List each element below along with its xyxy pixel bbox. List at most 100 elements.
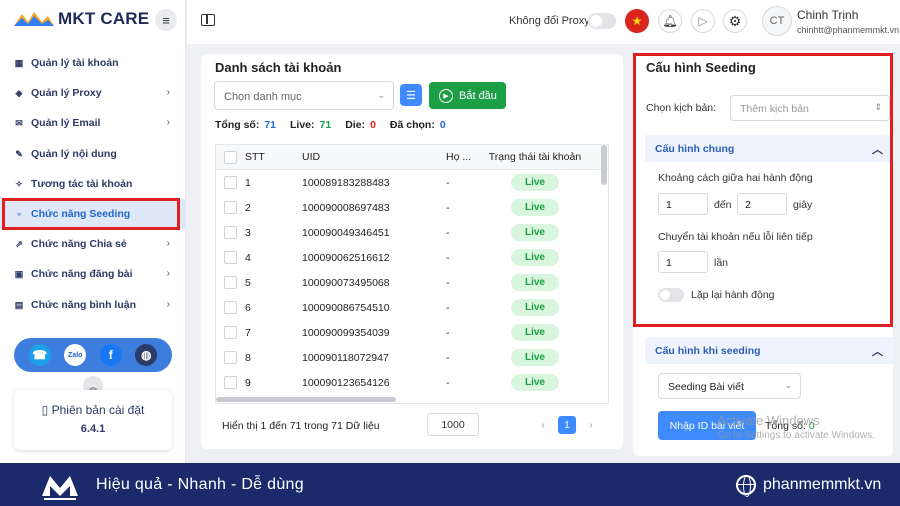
- table-row[interactable]: 4 100090062516612 - Live: [216, 245, 608, 270]
- column-header[interactable]: Trạng thái tài khoản: [481, 151, 589, 163]
- total-label: Tổng số:: [215, 119, 260, 131]
- row-checkbox[interactable]: [224, 301, 237, 314]
- cell-uid: 100089183288483: [302, 176, 390, 189]
- row-checkbox[interactable]: [224, 376, 237, 389]
- cell-uid: 100090086754510: [302, 301, 390, 314]
- table-row[interactable]: 9 100090123654126 - Live: [216, 370, 608, 395]
- sidebar-item-label: Quản lý Proxy: [31, 87, 102, 100]
- row-checkbox[interactable]: [224, 201, 237, 214]
- row-checkbox[interactable]: [224, 251, 237, 264]
- sidebar-item-label: Quản lý tài khoản: [31, 57, 119, 70]
- sidebar-item-share[interactable]: ⇗ Chức năng Chia sẻ ›: [0, 229, 186, 259]
- row-checkbox[interactable]: [224, 226, 237, 239]
- cell-name: -: [446, 376, 450, 389]
- proxy-toggle[interactable]: [588, 13, 616, 29]
- play-icon: ▶: [439, 88, 453, 103]
- sidebar-panel-icon[interactable]: [201, 14, 215, 26]
- sidebar: MKT CARE ≡ ▦ Quản lý tài khoản ◈ Quản lý…: [0, 0, 186, 463]
- cell-stt: 2: [245, 201, 251, 214]
- highlight-box: [633, 53, 893, 327]
- column-header[interactable]: UID: [302, 151, 446, 163]
- filter-icon: ☰: [406, 89, 416, 102]
- column-header[interactable]: STT: [245, 151, 302, 163]
- app-logo[interactable]: MKT CARE: [12, 9, 149, 29]
- prev-page-button[interactable]: ‹: [534, 416, 552, 434]
- vietnam-flag-icon[interactable]: ★: [625, 9, 649, 33]
- table-row[interactable]: 2 100090008697483 - Live: [216, 195, 608, 220]
- sidebar-item-post[interactable]: ▣ Chức năng đăng bài ›: [0, 259, 186, 289]
- sidebar-item-content[interactable]: ✎ Quản lý nội dung: [0, 139, 186, 169]
- select-all-checkbox[interactable]: [224, 150, 237, 164]
- status-badge: Live: [511, 224, 559, 241]
- category-placeholder: Chọn danh mục: [224, 91, 302, 103]
- post-icon: ▣: [14, 269, 24, 280]
- cell-name: -: [446, 326, 450, 339]
- mkt-logo-icon: [42, 476, 78, 500]
- row-checkbox[interactable]: [224, 326, 237, 339]
- status-badge: Live: [511, 274, 559, 291]
- seeding-type-select[interactable]: Seeding Bài viết ⌄: [658, 373, 801, 399]
- bell-icon[interactable]: 🔔︎: [658, 9, 682, 33]
- row-checkbox[interactable]: [224, 176, 237, 189]
- cell-name: -: [446, 176, 450, 189]
- sidebar-item-label: Quản lý nội dung: [31, 147, 117, 160]
- share-icon: ⇗: [15, 239, 23, 250]
- table-row[interactable]: 8 100090118072947 - Live: [216, 345, 608, 370]
- cell-stt: 7: [245, 326, 251, 339]
- cell-name: -: [446, 301, 450, 314]
- banner-slogan: Hiệu quả - Nhanh - Dễ dùng: [96, 476, 304, 493]
- start-button[interactable]: ▶ Bắt đầu: [429, 82, 506, 109]
- banner-website[interactable]: phanmemmkt.vn: [763, 476, 881, 494]
- facebook-icon[interactable]: f: [99, 344, 122, 366]
- cell-name: -: [446, 226, 450, 239]
- table-row[interactable]: 5 100090073495068 - Live: [216, 270, 608, 295]
- highlight-box: [2, 198, 180, 230]
- avatar[interactable]: CT: [762, 6, 792, 36]
- vertical-scrollbar[interactable]: [601, 145, 607, 185]
- bottom-banner: Hiệu quả - Nhanh - Dễ dùng phanmemmkt.vn: [0, 463, 900, 506]
- content-icon: ✎: [15, 148, 23, 159]
- table-row[interactable]: 6 100090086754510 - Live: [216, 295, 608, 320]
- chevron-right-icon: ›: [166, 117, 170, 129]
- cell-uid: 100090123654126: [302, 376, 390, 389]
- status-badge: Live: [511, 249, 559, 266]
- row-checkbox[interactable]: [224, 351, 237, 364]
- cell-uid: 100090049346451: [302, 226, 390, 239]
- seeding-type-value: Seeding Bài viết: [668, 381, 744, 393]
- version-value: 6.4.1: [80, 423, 106, 435]
- category-select[interactable]: Chọn danh mục ⌄: [214, 81, 394, 110]
- sidebar-item-proxy[interactable]: ◈ Quản lý Proxy ›: [0, 78, 186, 108]
- live-label: Live:: [290, 119, 315, 131]
- seeding-config-header[interactable]: Cấu hình khi seeding ︿: [645, 337, 893, 364]
- logo-mark-icon: [14, 12, 54, 26]
- play-icon[interactable]: ▷: [691, 9, 715, 33]
- globe-icon[interactable]: ◍: [135, 344, 158, 366]
- sidebar-item-comment[interactable]: ▤ Chức năng bình luận ›: [0, 290, 186, 320]
- support-icon[interactable]: ☎: [28, 344, 51, 366]
- next-page-button[interactable]: ›: [582, 416, 600, 434]
- pagination-info: Hiển thị 1 đến 71 trong 71 Dữ liệu: [222, 420, 380, 432]
- layers-icon: ◈: [15, 88, 23, 99]
- row-checkbox[interactable]: [224, 276, 237, 289]
- table-row[interactable]: 3 100090049346451 - Live: [216, 220, 608, 245]
- gear-icon[interactable]: ⚙: [723, 9, 747, 33]
- cell-name: -: [446, 351, 450, 364]
- windows-watermark-sub: Go to Settings to activate Windows.: [717, 430, 875, 441]
- sidebar-item-email[interactable]: ✉ Quản lý Email ›: [0, 108, 186, 138]
- zalo-icon[interactable]: Zalo: [64, 344, 87, 366]
- sidebar-item-interact[interactable]: ✧ Tương tác tài khoản: [0, 169, 186, 199]
- status-badge: Live: [511, 199, 559, 216]
- windows-watermark: Activate Windows: [717, 413, 820, 428]
- horizontal-scrollbar[interactable]: [216, 397, 396, 402]
- table-row[interactable]: 1 100089183288483 - Live: [216, 170, 608, 195]
- column-header[interactable]: Họ ...: [446, 151, 481, 163]
- filter-button[interactable]: ☰: [400, 84, 422, 106]
- start-label: Bắt đầu: [459, 89, 497, 102]
- cell-stt: 9: [245, 376, 251, 389]
- menu-toggle-button[interactable]: ≡: [155, 9, 177, 31]
- page-button-current[interactable]: 1: [558, 416, 576, 434]
- page-size-input[interactable]: 1000: [427, 413, 479, 436]
- sidebar-item-label: Tương tác tài khoản: [31, 177, 133, 190]
- sidebar-item-accounts[interactable]: ▦ Quản lý tài khoản: [0, 48, 186, 78]
- table-row[interactable]: 7 100090099354039 - Live: [216, 320, 608, 345]
